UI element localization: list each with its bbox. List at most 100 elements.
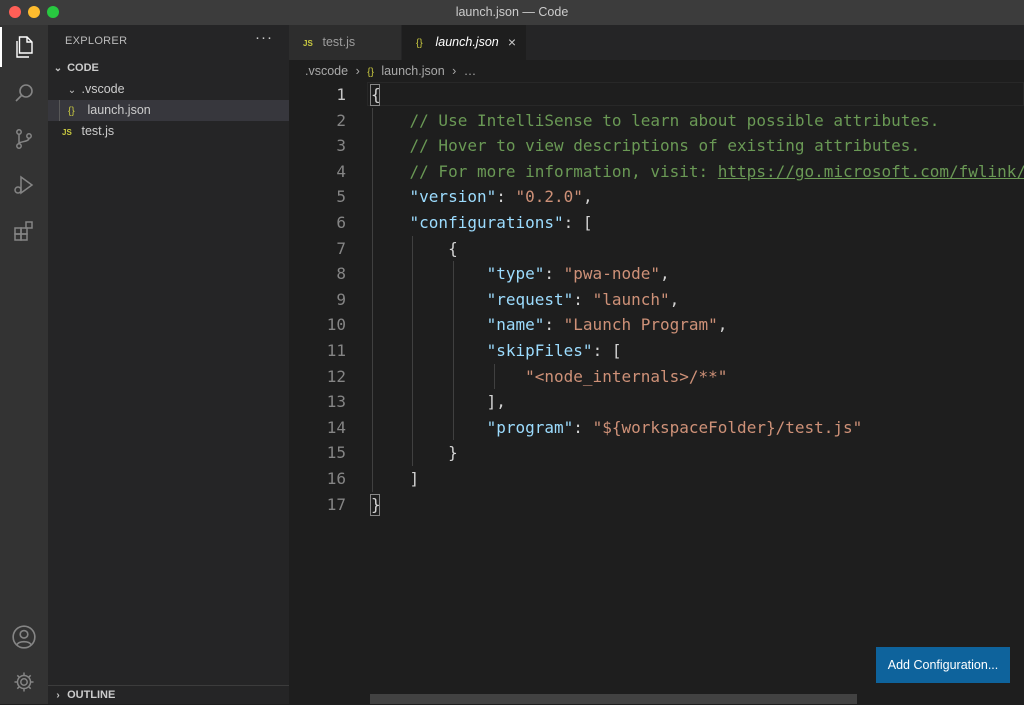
line-number: 11 — [326, 341, 346, 360]
line-number: 4 — [336, 161, 346, 181]
breadcrumb-vscode[interactable]: .vscode — [305, 64, 348, 78]
breadcrumb-separator: › — [355, 64, 360, 78]
code-text: // For more information, visit: https://… — [371, 159, 1024, 185]
tab-label: test.js — [322, 35, 356, 49]
close-icon[interactable]: × — [508, 25, 516, 60]
code-text: "name": "Launch Program", — [371, 312, 728, 338]
breadcrumb-separator: › — [452, 64, 457, 78]
horizontal-scrollbar[interactable] — [370, 694, 857, 704]
code-line: 17} — [289, 492, 1024, 518]
indent-guide — [412, 235, 413, 466]
code-token: "<node_internals>/**" — [525, 366, 728, 386]
line-number: 8 — [336, 264, 346, 284]
code-token: , — [717, 315, 728, 335]
code-token: "type" — [486, 264, 545, 284]
code-token: , — [659, 264, 670, 284]
code-text: "request": "launch", — [371, 287, 680, 313]
code-editor[interactable]: 1{2 // Use IntelliSense to learn about p… — [289, 82, 1024, 704]
code-token: : — [573, 417, 593, 437]
code-line: 4 // For more information, visit: https:… — [289, 159, 1024, 185]
add-configuration-button[interactable]: Add Configuration... — [876, 647, 1010, 683]
line-number: 16 — [326, 469, 346, 488]
tree-root-label: CODE — [67, 62, 99, 74]
tree-file-label: test.js — [81, 124, 115, 138]
code-token: "request" — [486, 289, 574, 309]
title-bar: launch.json — Code — [0, 0, 1024, 25]
code-line: 15 } — [289, 440, 1024, 466]
code-text: "program": "${workspaceFolder}/test.js" — [371, 415, 863, 441]
code-text: ] — [371, 466, 420, 492]
code-text: "version": "0.2.0", — [371, 184, 593, 210]
chevron-down-icon: ⌄ — [53, 63, 63, 74]
extensions-icon[interactable] — [0, 211, 48, 251]
line-number: 2 — [336, 110, 346, 130]
code-token: "${workspaceFolder}/test.js" — [592, 417, 863, 437]
code-text: // Hover to view descriptions of existin… — [371, 133, 921, 159]
code-line: 12 "<node_internals>/**" — [289, 364, 1024, 390]
code-text: ], — [371, 389, 506, 415]
code-token: "program" — [486, 417, 574, 437]
code-token: "configurations" — [409, 213, 564, 232]
account-icon[interactable] — [0, 617, 48, 657]
code-token[interactable]: https://go.microsoft.com/fwlink/?linkid=… — [718, 162, 1024, 181]
code-token: , — [669, 289, 680, 309]
code-text: "skipFiles": [ — [371, 338, 622, 364]
js-file-icon: JS — [62, 128, 72, 137]
tab-test-js[interactable]: JS test.js — [289, 25, 401, 60]
tree-file-label: launch.json — [87, 103, 151, 117]
bracket-match-highlight — [370, 84, 380, 106]
code-line: 7 { — [289, 236, 1024, 262]
code-line: 3 // Hover to view descriptions of exist… — [289, 133, 1024, 159]
code-text: } — [371, 440, 458, 466]
indent-guide — [494, 363, 495, 390]
outline-section[interactable]: › OUTLINE — [48, 685, 289, 705]
code-text: { — [371, 236, 458, 262]
activity-bar — [0, 25, 48, 704]
tree-folder-vscode[interactable]: ⌄ .vscode — [48, 79, 289, 100]
tab-launch-json[interactable]: {} launch.json × — [402, 25, 526, 60]
line-number: 13 — [326, 392, 346, 412]
json-file-icon: {} — [68, 106, 75, 117]
line-number: 7 — [336, 238, 346, 258]
line-number: 12 — [326, 366, 346, 386]
manage-gear-icon[interactable] — [0, 662, 48, 702]
more-actions-icon[interactable]: ··· — [255, 29, 273, 46]
line-number: 10 — [326, 315, 346, 335]
window-title: launch.json — Code — [455, 5, 569, 19]
code-text: "type": "pwa-node", — [371, 261, 670, 287]
chevron-down-icon: ⌄ — [67, 85, 77, 96]
search-icon[interactable] — [0, 73, 48, 113]
source-control-icon[interactable] — [0, 119, 48, 159]
run-debug-icon[interactable] — [0, 165, 48, 205]
breadcrumb-launch-json[interactable]: launch.json — [381, 64, 444, 78]
tree-file-launch-json[interactable]: {} launch.json — [48, 100, 289, 121]
tree-file-test-js[interactable]: JS test.js — [48, 121, 289, 142]
line-number: 5 — [336, 187, 346, 207]
tree-root-code[interactable]: ⌄ CODE — [48, 58, 289, 79]
code-line: 1{ — [289, 82, 1024, 108]
code-line: 5 "version": "0.2.0", — [289, 184, 1024, 210]
code-token: "name" — [486, 315, 545, 335]
code-line: 9 "request": "launch", — [289, 287, 1024, 313]
code-token: : — [573, 289, 593, 309]
code-token: "0.2.0" — [515, 187, 583, 207]
code-line: 14 "program": "${workspaceFolder}/test.j… — [289, 415, 1024, 441]
code-token: ], — [371, 392, 506, 412]
breadcrumb-ellipsis[interactable]: … — [464, 64, 477, 78]
line-number: 17 — [326, 494, 346, 514]
chevron-right-icon: › — [56, 690, 60, 701]
outline-label: OUTLINE — [67, 689, 116, 701]
breadcrumb: .vscode › {} launch.json › … — [289, 60, 1024, 82]
indent-guide — [59, 100, 60, 121]
code-token: "pwa-node" — [563, 264, 660, 284]
bracket-match-highlight — [370, 493, 380, 516]
files-icon[interactable] — [0, 27, 48, 67]
tree-folder-label: .vscode — [81, 82, 125, 96]
